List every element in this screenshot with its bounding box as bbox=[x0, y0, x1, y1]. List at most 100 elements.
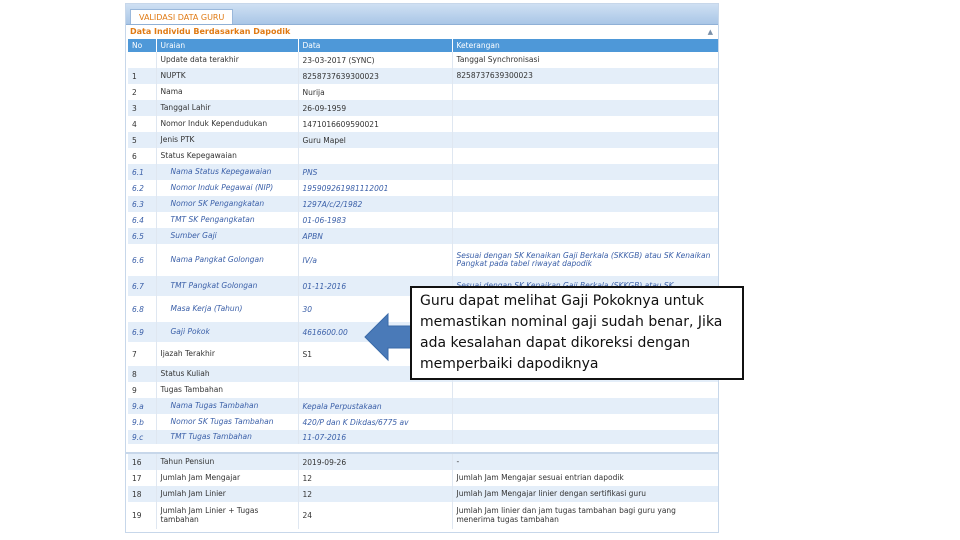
table-row: 2 Nama Nurija bbox=[128, 84, 718, 100]
cell-no: 1 bbox=[128, 68, 157, 84]
cell-no: 3 bbox=[128, 100, 157, 116]
cell-no: 6.1 bbox=[128, 164, 157, 180]
callout-text: Guru dapat melihat Gaji Pokoknya untuk m… bbox=[420, 293, 723, 372]
cell-no: 17 bbox=[128, 470, 157, 486]
cell-data: APBN bbox=[298, 228, 453, 244]
table-body: Update data terakhir 23-03-2017 (SYNC) Tan… bbox=[128, 52, 718, 444]
cell-uraian: TMT SK Pengangkatan bbox=[156, 212, 299, 228]
cell-keterangan bbox=[452, 228, 718, 244]
cell-data: 1297A/c/2/1982 bbox=[298, 196, 453, 212]
cell-data: 420/P dan K Dikdas/6775 av bbox=[298, 414, 453, 430]
cell-uraian: Nomor Induk Pegawai (NIP) bbox=[156, 180, 299, 196]
table-row: 6.6 Nama Pangkat Golongan IV/a Sesuai denga… bbox=[128, 244, 718, 276]
cell-uraian: Tanggal Lahir bbox=[156, 100, 299, 116]
table-row: 9.c TMT Tugas Tambahan 11-07-2016 bbox=[128, 430, 718, 444]
cell-no: 6 bbox=[128, 148, 157, 164]
table-row: 9 Tugas Tambahan bbox=[128, 382, 718, 398]
cell-uraian: TMT Tugas Tambahan bbox=[156, 430, 299, 444]
cell-data: 01-06-1983 bbox=[298, 212, 453, 228]
cell-keterangan bbox=[452, 382, 718, 398]
table-row: 4 Nomor Induk Kependudukan 147101660959002… bbox=[128, 116, 718, 132]
cell-uraian: Nomor SK Tugas Tambahan bbox=[156, 414, 299, 430]
data-table-lower: 16 Tahun Pensiun 2019-09-26-17 Jumlah Jam M… bbox=[128, 454, 718, 529]
table-row: 6.3 Nomor SK Pengangkatan 1297A/c/2/1982 bbox=[128, 196, 718, 212]
cell-no: 16 bbox=[128, 454, 157, 470]
table-row: 9.a Nama Tugas Tambahan Kepala Perpustakaa… bbox=[128, 398, 718, 414]
cell-no: 9.c bbox=[128, 430, 157, 444]
cell-data: 12 bbox=[298, 470, 453, 486]
cell-no: 6.9 bbox=[128, 322, 157, 342]
table-row: 17 Jumlah Jam Mengajar 12 Jumlah Jam Mengaj… bbox=[128, 470, 718, 486]
cell-keterangan: Tanggal Synchronisasi bbox=[452, 52, 718, 68]
cell-no: 9 bbox=[128, 382, 157, 398]
cell-data: 11-07-2016 bbox=[298, 430, 453, 444]
cell-uraian: Jumlah Jam Mengajar bbox=[156, 470, 299, 486]
cell-keterangan bbox=[452, 196, 718, 212]
cell-uraian: Gaji Pokok bbox=[156, 322, 299, 342]
cell-no: 9.a bbox=[128, 398, 157, 414]
cell-no: 6.2 bbox=[128, 180, 157, 196]
table-row: 9.b Nomor SK Tugas Tambahan 420/P dan K Di… bbox=[128, 414, 718, 430]
cell-no: 2 bbox=[128, 84, 157, 100]
cell-data bbox=[298, 148, 453, 164]
table-row: 1 NUPTK 8258737639300023 8258737639300023 bbox=[128, 68, 718, 84]
cell-data: IV/a bbox=[298, 244, 453, 276]
cell-data: PNS bbox=[298, 164, 453, 180]
section-title-text: Data Individu Berdasarkan Dapodik bbox=[130, 27, 291, 36]
cell-data: 195909261981112001 bbox=[298, 180, 453, 196]
col-header-no: No bbox=[128, 39, 157, 52]
table-row: 6.5 Sumber Gaji APBN bbox=[128, 228, 718, 244]
cell-keterangan bbox=[452, 430, 718, 444]
cell-data: 24 bbox=[298, 502, 453, 529]
cell-no: 6.5 bbox=[128, 228, 157, 244]
cell-keterangan: Sesuai dengan SK Kenaikan Gaji Berkala (… bbox=[452, 244, 718, 276]
cell-data: Nurija bbox=[298, 84, 453, 100]
table-body-lower: 16 Tahun Pensiun 2019-09-26-17 Jumlah Jam M… bbox=[128, 454, 718, 529]
cell-uraian: TMT Pangkat Golongan bbox=[156, 276, 299, 296]
cell-uraian: Jenis PTK bbox=[156, 132, 299, 148]
collapse-icon[interactable]: ▲ bbox=[708, 25, 713, 39]
table-row: 16 Tahun Pensiun 2019-09-26- bbox=[128, 454, 718, 470]
cell-keterangan bbox=[452, 116, 718, 132]
cell-keterangan bbox=[452, 212, 718, 228]
cell-data: Guru Mapel bbox=[298, 132, 453, 148]
cell-no: 18 bbox=[128, 486, 157, 502]
cell-no: 5 bbox=[128, 132, 157, 148]
cell-uraian: Status Kuliah bbox=[156, 366, 299, 382]
cell-keterangan bbox=[452, 132, 718, 148]
cell-keterangan: Jumlah Jam linier dan jam tugas tambahan… bbox=[452, 502, 718, 529]
cell-uraian: Masa Kerja (Tahun) bbox=[156, 296, 299, 322]
cell-keterangan bbox=[452, 84, 718, 100]
cell-uraian: Nama Status Kepegawaian bbox=[156, 164, 299, 180]
cell-no: 9.b bbox=[128, 414, 157, 430]
section-title: Data Individu Berdasarkan Dapodik ▲ bbox=[126, 25, 718, 39]
cell-keterangan bbox=[452, 148, 718, 164]
cell-uraian: Nomor SK Pengangkatan bbox=[156, 196, 299, 212]
cell-no: 8 bbox=[128, 366, 157, 382]
col-header-data: Data bbox=[298, 39, 453, 52]
table-row: 5 Jenis PTK Guru Mapel bbox=[128, 132, 718, 148]
cell-uraian: Nama Tugas Tambahan bbox=[156, 398, 299, 414]
cell-uraian: Tugas Tambahan bbox=[156, 382, 299, 398]
cell-keterangan bbox=[452, 100, 718, 116]
cell-uraian: Ijazah Terakhir bbox=[156, 342, 299, 366]
validasi-panel: VALIDASI DATA GURU Data Individu Berdasa… bbox=[125, 3, 719, 453]
cell-uraian: Nama Pangkat Golongan bbox=[156, 244, 299, 276]
cell-no: 4 bbox=[128, 116, 157, 132]
table-row: 6.1 Nama Status Kepegawaian PNS bbox=[128, 164, 718, 180]
cell-keterangan bbox=[452, 398, 718, 414]
cell-keterangan: - bbox=[452, 454, 718, 470]
table-header-row: No Uraian Data Keterangan bbox=[128, 39, 718, 52]
cell-data: 8258737639300023 bbox=[298, 68, 453, 84]
cell-no: 7 bbox=[128, 342, 157, 366]
table-row: 6.2 Nomor Induk Pegawai (NIP) 195909261981… bbox=[128, 180, 718, 196]
cell-keterangan: Jumlah Jam Mengajar linier dengan sertif… bbox=[452, 486, 718, 502]
cell-no: 6.3 bbox=[128, 196, 157, 212]
tab-bar: VALIDASI DATA GURU bbox=[126, 4, 718, 25]
cell-uraian: Nama bbox=[156, 84, 299, 100]
cell-keterangan: 8258737639300023 bbox=[452, 68, 718, 84]
cell-uraian: NUPTK bbox=[156, 68, 299, 84]
callout-note: Guru dapat melihat Gaji Pokoknya untuk m… bbox=[410, 286, 744, 380]
tab-validasi-data-guru[interactable]: VALIDASI DATA GURU bbox=[130, 9, 234, 24]
cell-data: 2019-09-26 bbox=[298, 454, 453, 470]
